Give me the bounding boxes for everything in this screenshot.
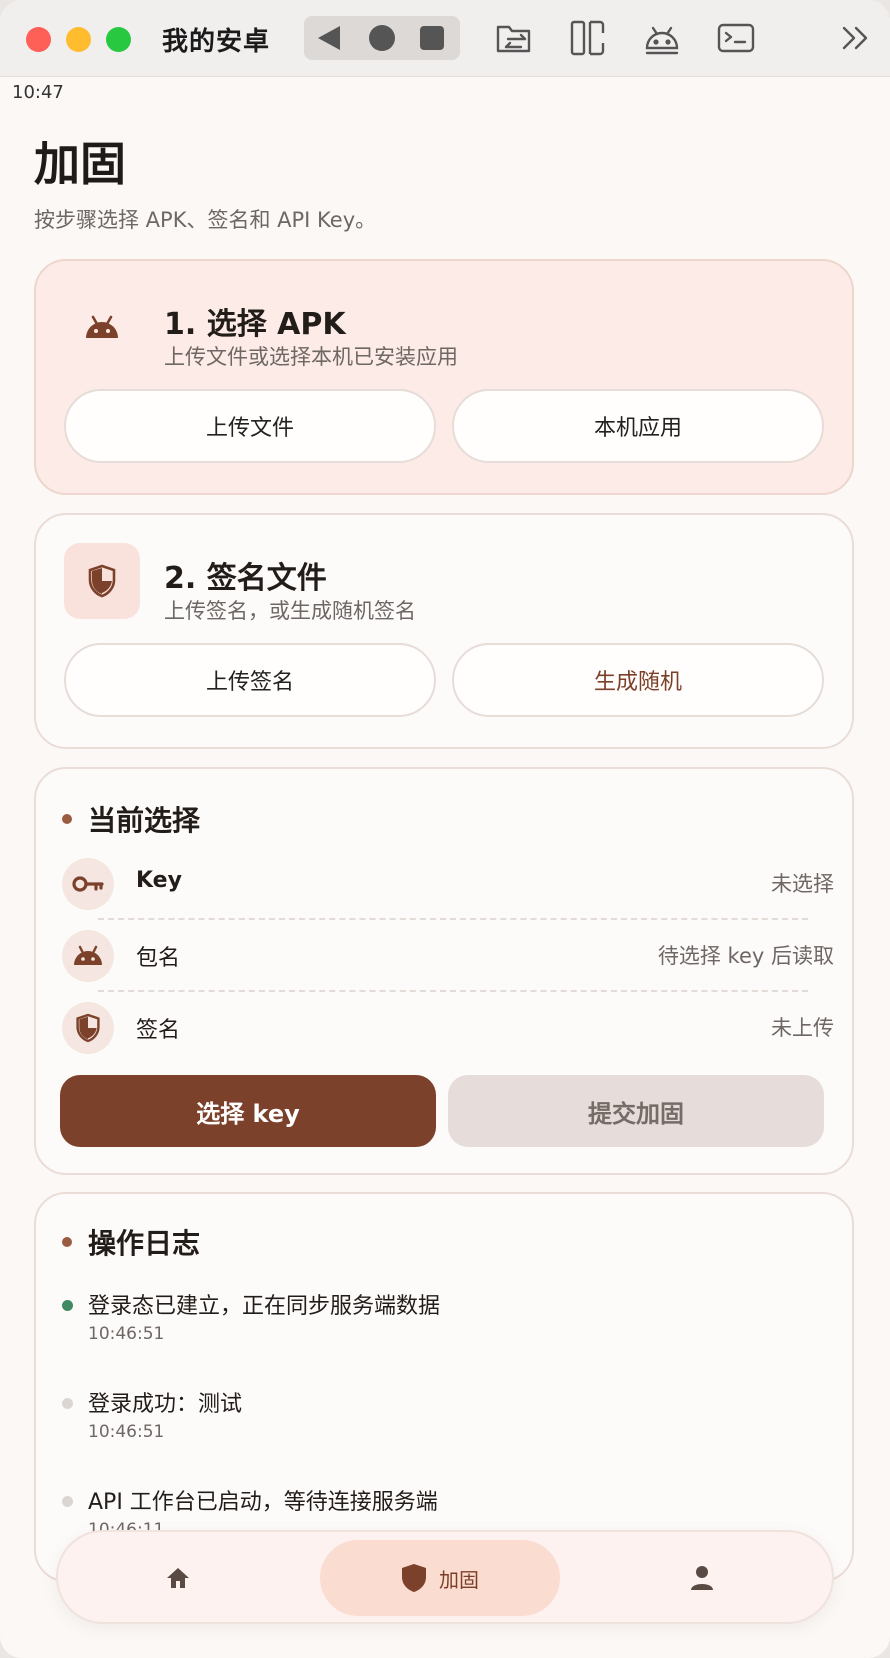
split-view-icon[interactable] xyxy=(568,18,608,58)
submit-hardening-button[interactable]: 提交加固 xyxy=(448,1075,824,1147)
bullet-dot xyxy=(62,1237,72,1247)
bottom-nav: 加固 xyxy=(56,1530,834,1624)
row-label: 签名 xyxy=(136,1018,181,1043)
selection-row-key: Key 未选择 xyxy=(62,854,834,914)
upload-file-button[interactable]: 上传文件 xyxy=(64,389,436,463)
current-selection-card: 当前选择 Key 未选择 包名 待选择 key 后读取 签名 未上传 选择 ke… xyxy=(34,767,854,1175)
step1-card: 1. 选择 APK 上传文件或选择本机已安装应用 上传文件 本机应用 xyxy=(34,259,854,495)
selection-heading: 当前选择 xyxy=(62,799,200,839)
row-label: Key xyxy=(136,868,182,893)
android-icon xyxy=(64,289,140,365)
step2-title: 2. 签名文件 xyxy=(164,561,327,596)
android-icon[interactable] xyxy=(642,18,682,58)
title-bar: 我的安卓 xyxy=(0,0,890,77)
log-time: 10:46:51 xyxy=(88,1422,165,1442)
close-window-button[interactable] xyxy=(26,27,51,52)
upload-signature-button[interactable]: 上传签名 xyxy=(64,643,436,717)
app-window: 我的安卓 10:47 加固 按步骤选择 APK、签名和 API Key。 1. … xyxy=(0,0,890,1658)
generate-random-signature-button[interactable]: 生成随机 xyxy=(452,643,824,717)
log-heading: 操作日志 xyxy=(62,1222,200,1262)
page-title: 加固 xyxy=(34,137,126,191)
status-dot xyxy=(62,1496,73,1507)
home-icon xyxy=(167,1568,189,1588)
person-icon xyxy=(691,1566,713,1590)
row-value: 待选择 key 后读取 xyxy=(657,944,834,968)
back-button[interactable] xyxy=(318,26,340,50)
selection-row-signature: 签名 未上传 xyxy=(62,998,834,1058)
android-nav-buttons xyxy=(304,16,460,60)
log-text: API 工作台已启动，等待连接服务端 xyxy=(88,1490,438,1515)
key-icon xyxy=(62,858,114,910)
more-chevrons-icon[interactable] xyxy=(838,18,872,58)
select-key-button[interactable]: 选择 key xyxy=(60,1075,436,1147)
nav-hardening[interactable]: 加固 xyxy=(320,1540,560,1616)
home-button[interactable] xyxy=(369,25,395,51)
nav-profile[interactable] xyxy=(662,1540,742,1616)
window-title: 我的安卓 xyxy=(162,27,271,57)
local-apps-button[interactable]: 本机应用 xyxy=(452,389,824,463)
step2-subtitle: 上传签名，或生成随机签名 xyxy=(164,599,416,623)
step2-card: 2. 签名文件 上传签名，或生成随机签名 上传签名 生成随机 xyxy=(34,513,854,749)
row-value: 未选择 xyxy=(771,872,834,896)
status-time: 10:47 xyxy=(12,82,64,103)
shield-icon xyxy=(62,1002,114,1054)
log-text: 登录成功：测试 xyxy=(88,1392,243,1417)
bullet-dot xyxy=(62,814,72,824)
selection-row-package: 包名 待选择 key 后读取 xyxy=(62,926,834,986)
status-dot xyxy=(62,1300,73,1311)
shield-icon xyxy=(402,1564,426,1592)
row-value: 未上传 xyxy=(771,1016,834,1040)
minimize-window-button[interactable] xyxy=(66,27,91,52)
shield-icon xyxy=(64,543,140,619)
file-transfer-icon[interactable] xyxy=(494,18,534,58)
step1-subtitle: 上传文件或选择本机已安装应用 xyxy=(164,345,458,369)
page-subtitle: 按步骤选择 APK、签名和 API Key。 xyxy=(34,208,377,232)
nav-home[interactable] xyxy=(138,1540,218,1616)
divider xyxy=(98,918,808,920)
nav-hardening-label: 加固 xyxy=(439,1567,479,1592)
status-dot xyxy=(62,1398,73,1409)
row-label: 包名 xyxy=(136,946,181,971)
terminal-icon[interactable] xyxy=(716,18,756,58)
log-time: 10:46:51 xyxy=(88,1324,165,1344)
divider xyxy=(98,990,808,992)
recents-button[interactable] xyxy=(420,26,444,50)
log-text: 登录态已建立，正在同步服务端数据 xyxy=(88,1294,441,1319)
operation-log-card: 操作日志 登录态已建立，正在同步服务端数据 10:46:51 登录成功：测试 1… xyxy=(34,1192,854,1582)
android-icon xyxy=(62,930,114,982)
step1-title: 1. 选择 APK xyxy=(164,307,346,342)
maximize-window-button[interactable] xyxy=(106,27,131,52)
